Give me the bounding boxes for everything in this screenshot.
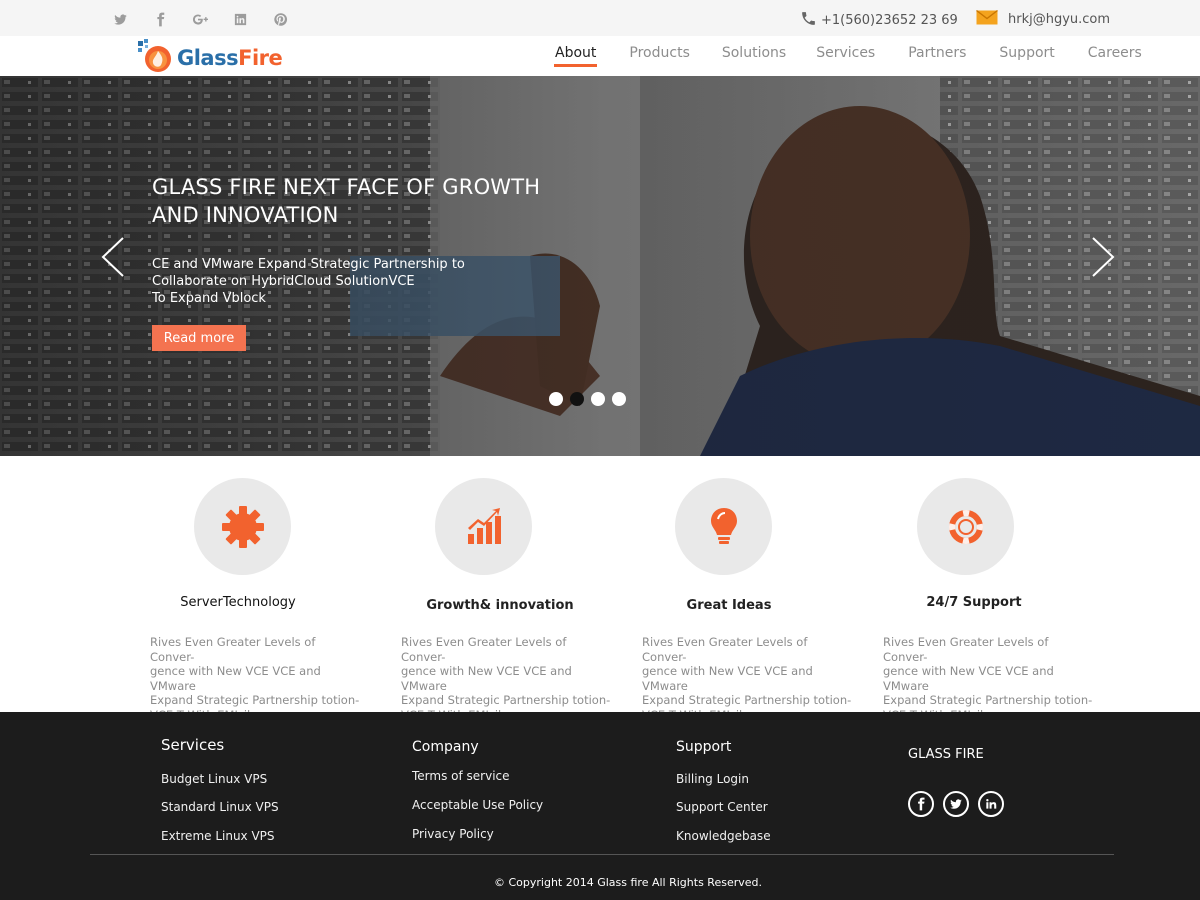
feature-description: Rives Even Greater Levels of Conver-genc… [401,635,611,722]
feature-description: Rives Even Greater Levels of Conver-genc… [883,635,1093,722]
hero-description: CE and VMware Expand Strategic Partnersh… [152,257,465,306]
slider-next-icon[interactable] [1090,236,1116,278]
twitter-icon[interactable] [100,9,140,29]
growth-chart-icon [467,507,501,544]
hero-title: GLASS FIRE NEXT FACE OF GROWTH AND INNOV… [152,175,541,227]
linkedin-icon[interactable] [978,791,1004,817]
footer-divider [90,854,1114,855]
top-social-links [100,9,300,29]
feature-icon-circle [675,478,772,575]
nav-support[interactable]: Support [999,36,1054,76]
feature-title: 24/7 Support [926,595,1022,610]
feature-title: Growth& innovation [426,598,574,613]
flame-logo-icon [137,39,173,77]
phone-number: +1(560)23652 23 69 [821,13,958,28]
copyright-text: © Copyright 2014 Glass fire All Rights R… [493,876,762,889]
logo-text: GlassFire [177,46,283,70]
feature-description: Rives Even Greater Levels of Conver-genc… [150,635,360,722]
contact-phone[interactable]: +1(560)23652 23 69 [800,10,958,31]
nav-careers[interactable]: Careers [1088,36,1142,76]
contact-email[interactable]: hrkj@hgyu.com [976,9,1111,29]
facebook-icon[interactable] [908,791,934,817]
footer-link[interactable]: Acceptable Use Policy [412,798,543,812]
top-bar: +1(560)23652 23 69 hrkj@hgyu.com [0,0,1200,36]
feature-icon-circle [194,478,291,575]
slider-prev-icon[interactable] [100,236,126,278]
slider-dot-3[interactable] [591,392,605,406]
twitter-icon[interactable] [943,791,969,817]
lifebuoy-icon [948,509,983,544]
footer-link[interactable]: Support Center [676,800,768,814]
footer-brand-name: GLASS FIRE [908,747,984,762]
nav-about[interactable]: About [553,36,598,76]
feature-title: ServerTechnology [180,595,296,610]
mail-icon [976,9,998,29]
lightbulb-icon [710,507,737,544]
hero-slider: GLASS FIRE NEXT FACE OF GROWTH AND INNOV… [0,76,1200,456]
site-footer: Services Budget Linux VPS Standard Linux… [0,712,1200,900]
gear-icon [221,505,264,548]
footer-link[interactable]: Knowledgebase [676,829,771,843]
feature-title: Great Ideas [686,598,772,613]
feature-icon-circle [917,478,1014,575]
slider-pagination [549,392,626,406]
main-nav: About Products Solutions Services Partne… [540,36,1142,76]
read-more-button[interactable]: Read more [152,325,246,351]
slider-dot-1[interactable] [549,392,563,406]
footer-link[interactable]: Budget Linux VPS [161,772,267,786]
site-header: GlassFire About Products Solutions Servi… [0,36,1200,76]
google-plus-icon[interactable] [180,9,220,29]
slider-dot-2[interactable] [570,392,584,406]
nav-products[interactable]: Products [629,36,689,76]
email-address: hrkj@hgyu.com [1008,12,1111,27]
feature-description: Rives Even Greater Levels of Conver-genc… [642,635,852,722]
nav-services[interactable]: Services [816,36,875,76]
footer-link[interactable]: Extreme Linux VPS [161,829,275,843]
phone-icon [800,10,817,31]
nav-solutions[interactable]: Solutions [722,36,786,76]
logo[interactable]: GlassFire [137,39,283,77]
nav-partners[interactable]: Partners [908,36,966,76]
footer-social-links [908,791,1004,817]
footer-heading: Support [676,739,732,755]
footer-heading: Services [161,736,225,754]
footer-link[interactable]: Billing Login [676,772,749,786]
footer-heading: Company [412,739,479,755]
footer-link[interactable]: Terms of service [412,769,510,783]
feature-icon-circle [435,478,532,575]
pinterest-icon[interactable] [260,9,300,29]
slider-dot-4[interactable] [612,392,626,406]
footer-link[interactable]: Privacy Policy [412,827,494,841]
footer-link[interactable]: Standard Linux VPS [161,800,279,814]
facebook-icon[interactable] [140,9,180,29]
linkedin-icon[interactable] [220,9,260,29]
